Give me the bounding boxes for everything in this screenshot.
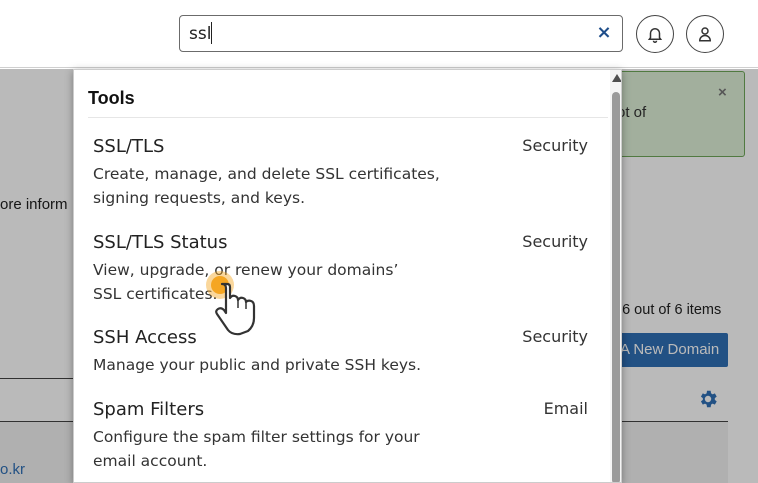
result-category: Security — [522, 232, 588, 251]
notifications-button[interactable] — [636, 15, 674, 53]
results-section-heading: Tools — [88, 88, 135, 108]
text-caret — [211, 22, 212, 44]
result-spam-filters[interactable]: Spam Filters Email Configure the spam fi… — [74, 399, 606, 482]
top-bar: × — [0, 0, 758, 68]
result-description: Configure the spam filter settings for y… — [93, 428, 420, 470]
search-input[interactable] — [189, 22, 589, 46]
scrollbar[interactable] — [610, 70, 621, 482]
result-title: Spam Filters — [93, 399, 205, 420]
result-ssh-access[interactable]: SSH Access Security Manage your public a… — [74, 327, 606, 393]
result-category: Security — [522, 136, 588, 155]
result-category: Email — [543, 399, 588, 418]
bell-icon — [647, 28, 663, 43]
divider — [88, 117, 608, 118]
search-results-dropdown: Tools SSL/TLS Security Create, manage, a… — [73, 69, 622, 483]
result-category: Security — [522, 327, 588, 346]
result-ssl-tls-status[interactable]: SSL/TLS Status Security View, upgrade, o… — [74, 232, 606, 322]
result-ssl-tls[interactable]: SSL/TLS Security Create, manage, and del… — [74, 136, 606, 226]
result-description: Manage your public and private SSH keys. — [93, 356, 422, 374]
result-description: Create, manage, and delete SSL certifica… — [93, 165, 440, 207]
user-icon — [698, 27, 712, 42]
result-title: SSL/TLS Status — [93, 232, 228, 253]
result-title: SSH Access — [93, 327, 197, 348]
clear-search-button[interactable]: × — [595, 24, 613, 42]
scroll-up-arrow-icon[interactable] — [612, 74, 621, 82]
scrollbar-thumb[interactable] — [612, 92, 620, 482]
user-menu-button[interactable] — [686, 15, 724, 53]
search-field[interactable] — [179, 15, 623, 52]
result-description: View, upgrade, or renew your domains’ SS… — [93, 261, 399, 303]
result-title: SSL/TLS — [93, 136, 165, 157]
